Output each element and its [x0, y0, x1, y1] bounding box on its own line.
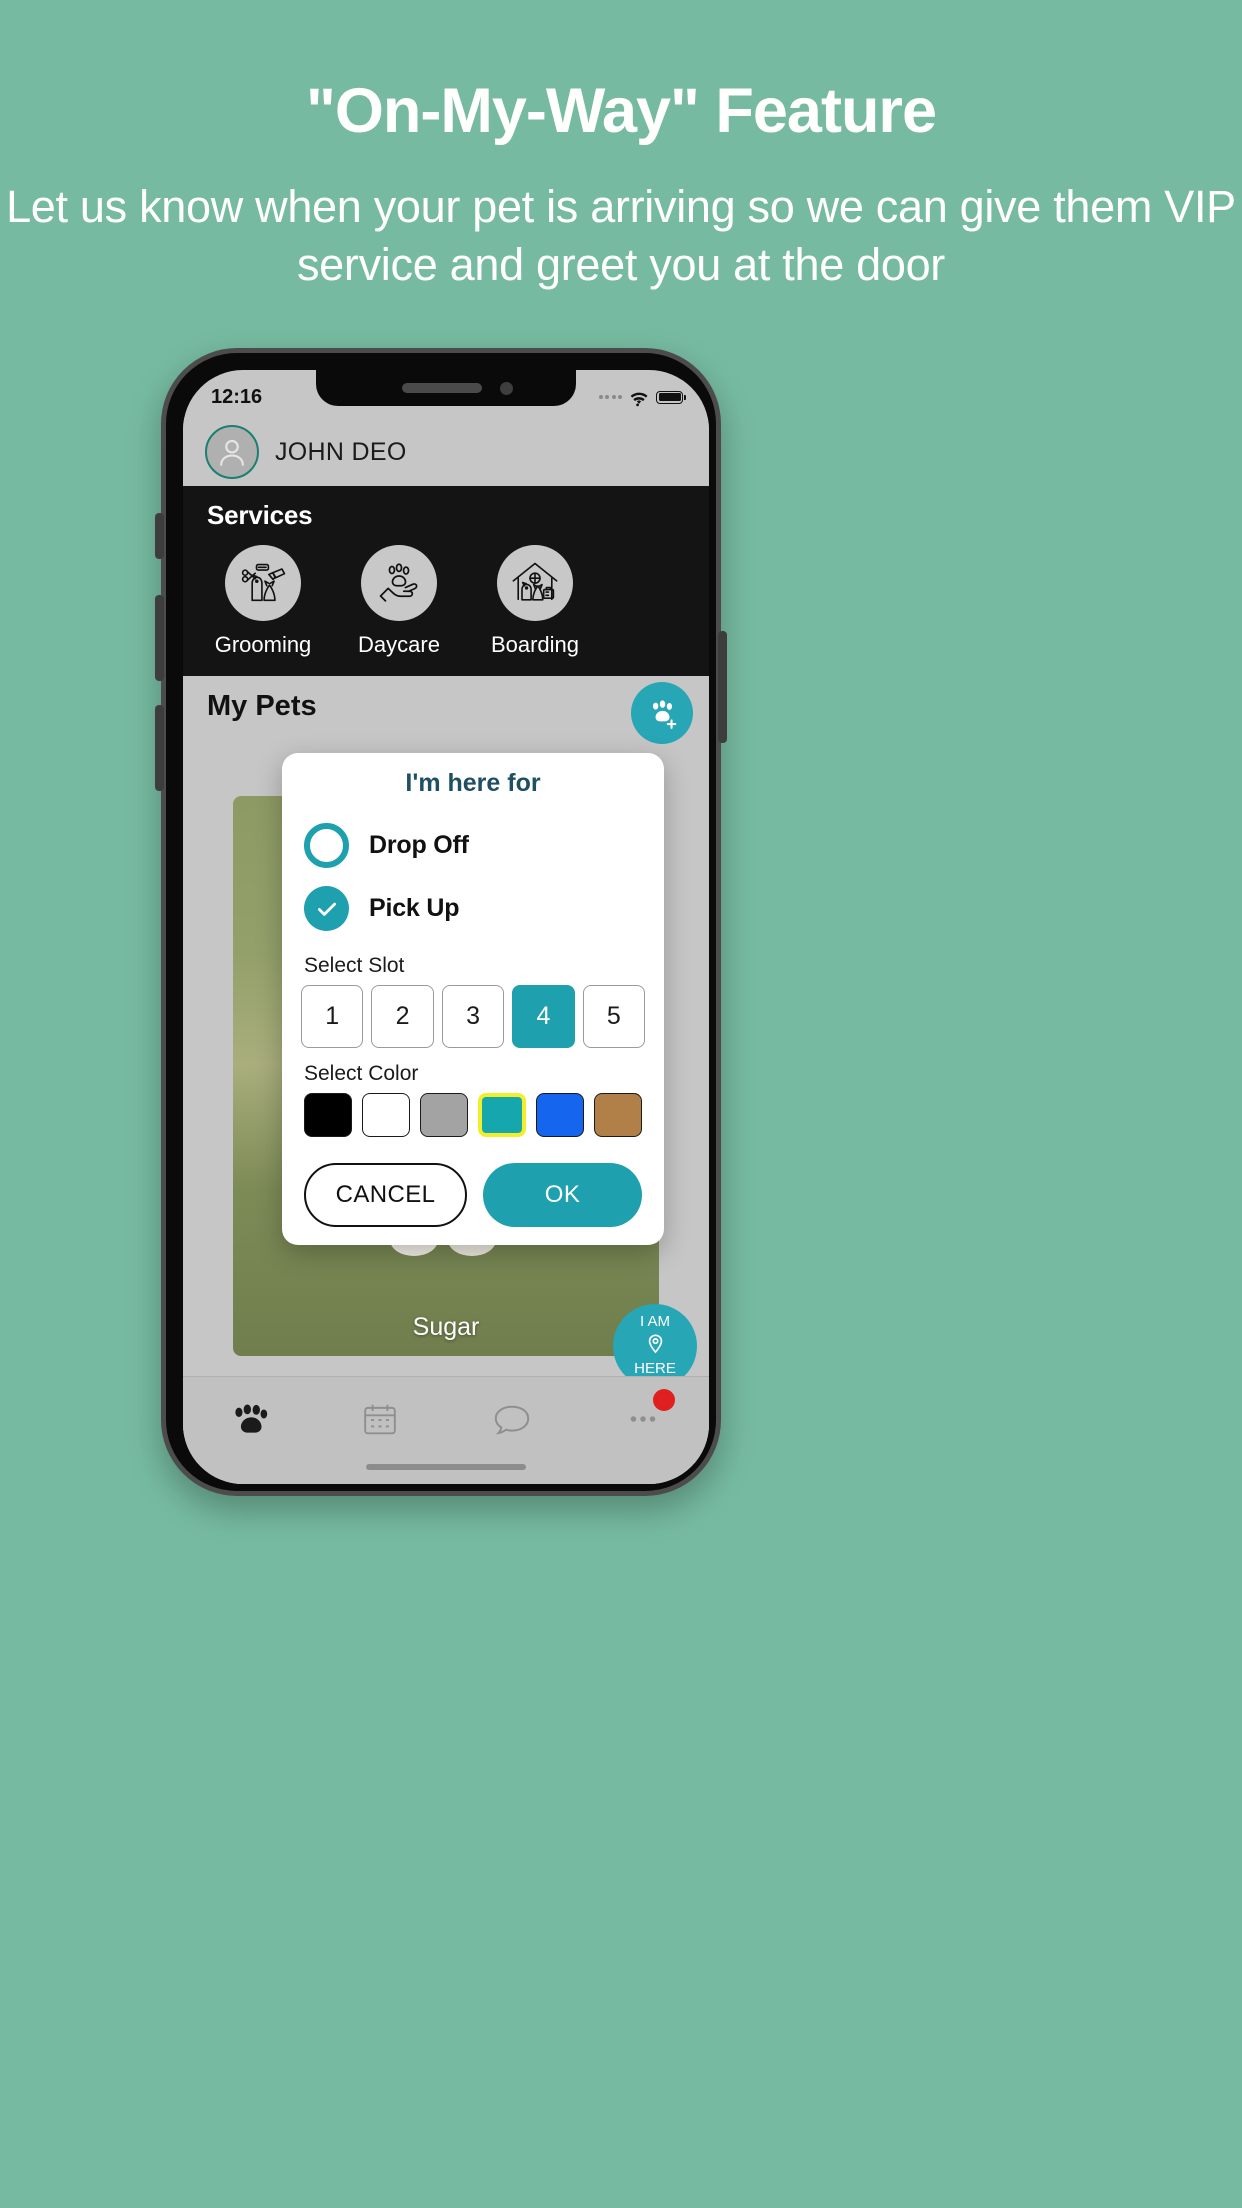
promo-title: "On-My-Way" Feature [306, 76, 937, 146]
mute-switch[interactable] [155, 513, 164, 559]
services-heading: Services [207, 500, 313, 530]
front-camera [500, 382, 513, 395]
radio-checked-icon[interactable] [304, 886, 349, 931]
color-swatch-brown[interactable] [594, 1093, 643, 1137]
slot-option-3[interactable]: 3 [441, 985, 505, 1048]
color-swatch-black[interactable] [304, 1093, 352, 1137]
user-name: JOHN DEO [275, 437, 407, 466]
cancel-button[interactable]: CANCEL [304, 1163, 467, 1227]
boarding-house-icon [497, 545, 573, 621]
home-indicator[interactable] [366, 1464, 526, 1470]
phone-frame: 12:16 JOHN DEO Services Grooming Daycare… [155, 348, 727, 1496]
service-item-daycare[interactable]: Daycare [349, 545, 449, 658]
im-here-for-dialog: I'm here for Drop Off Pick Up Select Slo… [282, 753, 664, 1245]
select-color-label: Select Color [304, 1062, 419, 1085]
color-swatch-teal[interactable] [477, 1093, 527, 1137]
radio-unchecked-icon[interactable] [304, 823, 349, 868]
volume-down-button[interactable] [155, 705, 164, 791]
user-avatar-icon[interactable] [205, 425, 259, 479]
option-pick-up[interactable]: Pick Up [282, 877, 664, 940]
promo-subtitle: Let us know when your pet is arriving so… [6, 181, 1236, 290]
phone-screen: 12:16 JOHN DEO Services Grooming Daycare… [183, 370, 709, 1484]
signal-dots-icon [598, 395, 622, 399]
color-selector [282, 1093, 664, 1137]
color-swatch-white[interactable] [361, 1093, 410, 1137]
option-label: Drop Off [369, 831, 469, 859]
nav-item-pets[interactable] [183, 1393, 315, 1445]
volume-up-button[interactable] [155, 595, 164, 681]
slot-option-4[interactable]: 4 [512, 985, 575, 1048]
service-item-grooming[interactable]: Grooming [213, 545, 313, 658]
location-pin-icon [646, 1333, 665, 1360]
service-item-boarding[interactable]: Boarding [485, 545, 585, 658]
services-panel: Services Grooming Daycare Boarding [183, 486, 709, 676]
nav-item-calendar[interactable] [315, 1393, 447, 1445]
power-button[interactable] [718, 631, 727, 743]
nav-item-messages[interactable] [446, 1393, 578, 1445]
slot-selector: 1 2 3 4 5 [282, 985, 664, 1048]
slot-option-2[interactable]: 2 [371, 985, 434, 1048]
promo-header: "On-My-Way" Feature Let us know when you… [0, 0, 1242, 293]
select-slot-label: Select Slot [304, 954, 405, 977]
slot-option-5[interactable]: 5 [582, 985, 646, 1048]
dialog-actions: CANCEL OK [282, 1163, 664, 1227]
color-swatch-gray[interactable] [419, 1093, 468, 1137]
ok-button[interactable]: OK [483, 1163, 642, 1227]
nav-item-more[interactable] [578, 1389, 710, 1445]
wifi-icon [629, 390, 649, 406]
pet-name: Sugar [412, 1313, 480, 1341]
service-label: Grooming [214, 632, 312, 657]
service-label: Daycare [358, 632, 440, 657]
notification-badge [653, 1389, 675, 1411]
user-header[interactable]: JOHN DEO [183, 418, 709, 486]
option-label: Pick Up [369, 894, 460, 922]
daycare-paw-hand-icon [361, 545, 437, 621]
dialog-title: I'm here for [405, 769, 541, 797]
slot-option-1[interactable]: 1 [301, 985, 364, 1048]
color-swatch-blue[interactable] [536, 1093, 585, 1137]
battery-icon [656, 390, 686, 404]
option-drop-off[interactable]: Drop Off [282, 814, 664, 877]
notch [316, 370, 576, 406]
page-title: My Pets [207, 690, 317, 722]
service-label: Boarding [490, 632, 580, 657]
status-time: 12:16 [211, 385, 263, 408]
grooming-icon [225, 545, 301, 621]
earpiece-speaker [402, 383, 482, 393]
bottom-navigation [183, 1376, 709, 1484]
i-am-here-line1: I AM [639, 1312, 670, 1330]
paw-plus-icon[interactable] [631, 682, 693, 744]
